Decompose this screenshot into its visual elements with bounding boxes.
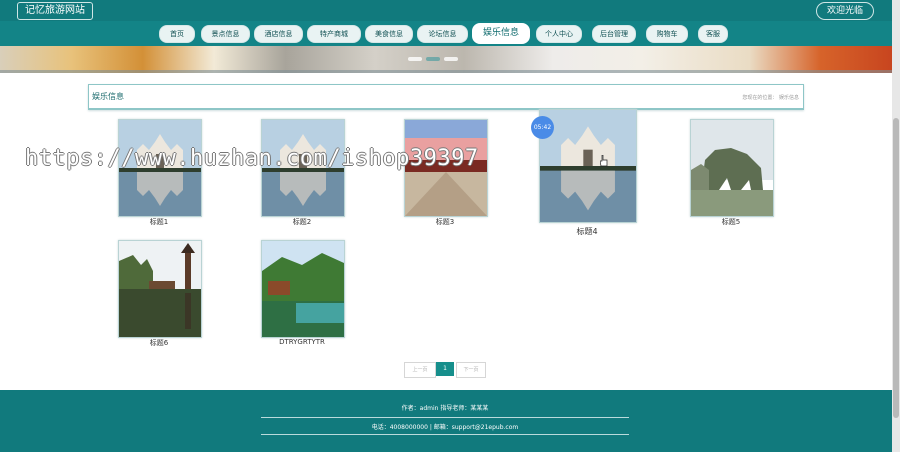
nav-entertainment[interactable]: 娱乐信息 — [472, 23, 530, 44]
nav-customer-service[interactable]: 客服 — [698, 25, 728, 43]
banner-dot[interactable] — [444, 57, 458, 61]
section-divider — [88, 108, 804, 109]
vertical-scrollbar[interactable] — [892, 0, 900, 452]
card-title[interactable]: 标题4 — [537, 226, 637, 237]
section-header: 娱乐信息 您现在的位置： 娱乐信息 — [88, 84, 804, 110]
entertainment-card[interactable] — [118, 240, 202, 338]
card-image[interactable] — [691, 120, 773, 216]
hand-cursor-icon — [600, 155, 608, 167]
card-title[interactable]: 标题1 — [109, 217, 209, 227]
nav-hotels[interactable]: 酒店信息 — [254, 25, 303, 43]
card-title[interactable]: 标题5 — [681, 217, 781, 227]
card-title[interactable]: 标题2 — [252, 217, 352, 227]
nav-attractions[interactable]: 景点信息 — [201, 25, 250, 43]
card-image[interactable] — [540, 110, 636, 222]
current-page-button[interactable]: 1 — [436, 362, 454, 376]
nav-home[interactable]: 首页 — [159, 25, 195, 43]
nav-personal-center[interactable]: 个人中心 — [536, 25, 582, 43]
entertainment-card[interactable] — [690, 119, 774, 217]
prev-page-button[interactable]: 上一页 — [404, 362, 436, 378]
time-badge: 05:42 — [531, 116, 554, 139]
top-bar: 记忆旅游网站 欢迎光临 — [0, 0, 892, 21]
scrollbar-thumb[interactable] — [893, 118, 899, 418]
banner-band — [0, 70, 892, 73]
banner-dot[interactable] — [408, 57, 422, 61]
watermark-url: https://www.huzhan.com/ishop39397 — [25, 146, 479, 171]
nav-specialty-shop[interactable]: 特产商城 — [307, 25, 361, 43]
next-page-button[interactable]: 下一页 — [456, 362, 486, 378]
card-title[interactable]: 标题6 — [109, 338, 209, 348]
footer-author: 作者：admin 指导老师：某某某 — [401, 405, 489, 412]
location-label: 您现在的位置： — [742, 95, 778, 101]
footer-divider — [261, 417, 629, 418]
nav-cart[interactable]: 购物车 — [646, 25, 688, 43]
welcome-button[interactable]: 欢迎光临 — [816, 2, 874, 20]
footer: 作者：admin 指导老师：某某某 电话：4008000000 | 邮箱：sup… — [0, 390, 892, 452]
breadcrumb: 您现在的位置： 娱乐信息 — [742, 94, 799, 101]
card-title[interactable]: DTRYGRTYTR — [252, 338, 352, 346]
page: 记忆旅游网站 欢迎光临 首页 景点信息 酒店信息 特产商城 美食信息 论坛信息 … — [0, 0, 892, 452]
footer-contact: 电话：4008000000 | 邮箱：support@21epub.com — [371, 424, 519, 431]
nav-food[interactable]: 美食信息 — [365, 25, 413, 43]
site-title[interactable]: 记忆旅游网站 — [17, 2, 93, 20]
banner-dot[interactable] — [426, 57, 440, 61]
nav-forum[interactable]: 论坛信息 — [417, 25, 468, 43]
location-value[interactable]: 娱乐信息 — [779, 95, 799, 101]
card-title[interactable]: 标题3 — [395, 217, 495, 227]
footer-divider — [261, 434, 629, 435]
banner — [0, 46, 892, 73]
section-title: 娱乐信息 — [92, 92, 124, 101]
card-image[interactable] — [119, 241, 201, 337]
card-image[interactable] — [262, 241, 344, 337]
nav-admin[interactable]: 后台管理 — [592, 25, 636, 43]
main-nav: 首页 景点信息 酒店信息 特产商城 美食信息 论坛信息 娱乐信息 个人中心 后台… — [0, 21, 892, 46]
entertainment-card[interactable] — [261, 240, 345, 338]
